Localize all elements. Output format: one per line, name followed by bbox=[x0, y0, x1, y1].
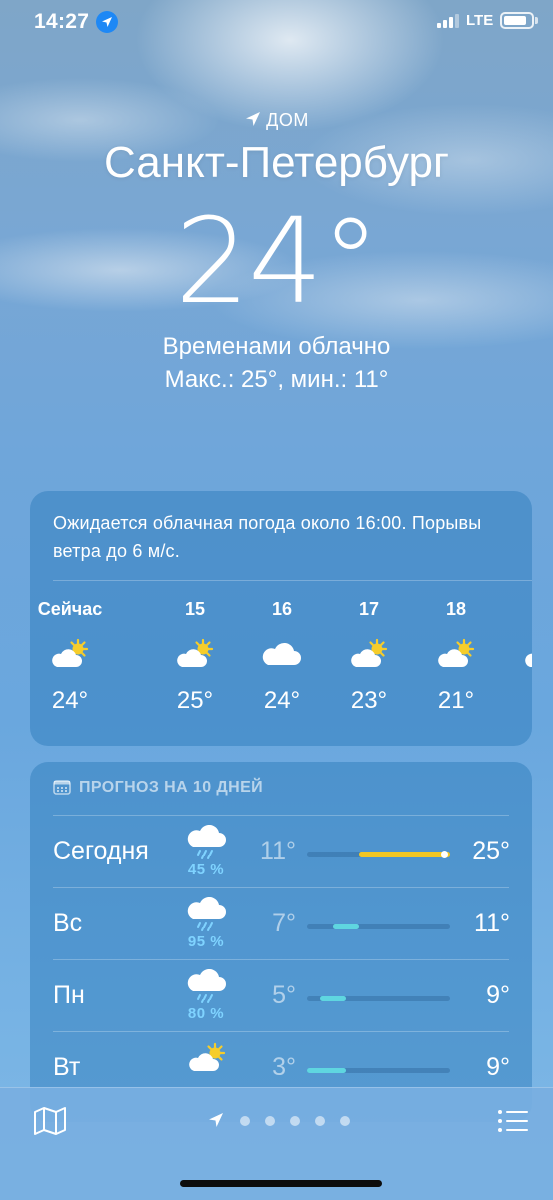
temperature-range-fill bbox=[320, 996, 346, 1001]
day-low-temp: 5° bbox=[272, 981, 296, 1009]
hour-label: 18 bbox=[445, 599, 467, 619]
hour-temperature: 2 bbox=[503, 687, 532, 715]
temperature-range-fill bbox=[359, 852, 450, 857]
hour-label: 15 bbox=[184, 599, 206, 619]
temperature-range-fill bbox=[307, 1068, 346, 1073]
cellular-signal-icon bbox=[437, 14, 459, 28]
divider bbox=[53, 815, 509, 816]
temperature-range-bar bbox=[307, 996, 450, 1001]
current-location-icon bbox=[209, 1113, 223, 1127]
temperature-range-bar bbox=[307, 851, 450, 858]
list-icon[interactable] bbox=[497, 1108, 529, 1134]
hourly-item: 15 25° bbox=[155, 599, 235, 715]
partly-sunny-icon bbox=[48, 637, 92, 671]
page-dot[interactable] bbox=[340, 1116, 350, 1126]
day-name: Сегодня bbox=[53, 837, 149, 865]
current-temp-marker bbox=[441, 851, 448, 858]
hour-temperature: 24° bbox=[51, 687, 89, 714]
cloud-rain-icon bbox=[185, 896, 229, 933]
hourly-item: 18 21° bbox=[416, 599, 496, 715]
day-low-temp: 3° bbox=[272, 1053, 296, 1081]
home-label-text: ДОМ bbox=[266, 110, 309, 130]
precipitation-chance: 95 % bbox=[187, 933, 225, 950]
day-high-temp: 9° bbox=[486, 981, 510, 1009]
location-label: ДОМ bbox=[0, 110, 553, 131]
daily-row[interactable]: Пн 80 % 5° 9° bbox=[30, 959, 532, 1031]
status-bar: 14:27 LTE bbox=[0, 0, 553, 44]
hourly-item: 17 23° bbox=[329, 599, 409, 715]
partly-sunny-icon bbox=[434, 637, 478, 671]
page-dot[interactable] bbox=[265, 1116, 275, 1126]
city-name: Санкт-Петербург bbox=[103, 138, 450, 187]
page-dot[interactable] bbox=[290, 1116, 300, 1126]
hour-temperature: 24° bbox=[263, 687, 301, 714]
forecast-summary: Ожидается облачная погода около 16:00. П… bbox=[53, 513, 482, 561]
day-low-temp: 7° bbox=[272, 909, 296, 937]
day-high-temp: 25° bbox=[472, 837, 510, 865]
partly-sunny-icon bbox=[347, 637, 391, 671]
page-indicator[interactable] bbox=[208, 1112, 358, 1128]
hourly-forecast-card[interactable]: Ожидается облачная погода около 16:00. П… bbox=[30, 491, 532, 746]
ten-day-header: ПРОГНОЗ НА 10 ДНЕЙ bbox=[53, 779, 263, 797]
hour-temperature: 21° bbox=[437, 687, 475, 714]
cloud-rain-icon bbox=[185, 824, 229, 861]
divider bbox=[53, 887, 509, 888]
hourly-item: 12 bbox=[503, 599, 532, 715]
battery-tip bbox=[535, 17, 538, 24]
map-icon[interactable] bbox=[33, 1106, 67, 1136]
partly-sunny-icon bbox=[173, 637, 217, 671]
battery-icon bbox=[500, 12, 534, 29]
divider bbox=[53, 1031, 509, 1032]
cloud-rain-icon bbox=[185, 968, 229, 1005]
home-indicator bbox=[180, 1180, 382, 1187]
day-name: Вс bbox=[53, 909, 83, 937]
page-dot[interactable] bbox=[240, 1116, 250, 1126]
day-high-temp: 11° bbox=[474, 909, 510, 937]
hour-label: 17 bbox=[358, 599, 380, 619]
page-dot[interactable] bbox=[315, 1116, 325, 1126]
hourly-item: 16 24° bbox=[242, 599, 322, 715]
hour-label: Сейчас bbox=[37, 599, 103, 619]
partly-sunny-icon bbox=[521, 637, 532, 671]
ten-day-header-text: ПРОГНОЗ НА 10 ДНЕЙ bbox=[79, 779, 264, 796]
temperature-range-fill bbox=[333, 924, 359, 929]
day-low-temp: 11° bbox=[260, 837, 296, 865]
hour-label: 1 bbox=[503, 599, 532, 623]
weather-condition: Временами облачно bbox=[162, 333, 391, 360]
precipitation-chance: 45 % bbox=[187, 861, 225, 878]
temperature-range-bar bbox=[307, 924, 450, 929]
location-services-icon bbox=[96, 11, 118, 33]
divider bbox=[53, 959, 509, 960]
divider bbox=[53, 580, 532, 581]
daily-row[interactable]: Сегодня 45 % 11° 25° bbox=[30, 815, 532, 887]
day-name: Вт bbox=[53, 1053, 81, 1081]
precipitation-chance: 80 % bbox=[187, 1005, 225, 1022]
calendar-icon bbox=[53, 780, 71, 795]
hour-temperature: 23° bbox=[350, 687, 388, 714]
cloud-icon bbox=[260, 637, 304, 671]
location-arrow-icon bbox=[246, 112, 261, 126]
partly-sunny-icon bbox=[185, 1041, 229, 1077]
network-type: LTE bbox=[466, 12, 494, 29]
day-high-temp: 9° bbox=[486, 1053, 510, 1081]
day-name: Пн bbox=[53, 981, 85, 1009]
status-time: 14:27 bbox=[34, 10, 90, 33]
hourly-item: Сейчас 24° bbox=[30, 599, 110, 715]
hour-temperature: 25° bbox=[176, 687, 214, 714]
current-temperature: 24° bbox=[174, 192, 380, 330]
ten-day-forecast-card[interactable]: ПРОГНОЗ НА 10 ДНЕЙ Сегодня 45 % 11° 25° Вс 95… bbox=[30, 762, 532, 1122]
high-low-temperature: Макс.: 25°, мин.: 11° bbox=[164, 366, 389, 393]
hour-label: 16 bbox=[271, 599, 293, 619]
daily-row[interactable]: Вс 95 % 7° 11° bbox=[30, 887, 532, 959]
temperature-range-bar bbox=[307, 1068, 450, 1073]
